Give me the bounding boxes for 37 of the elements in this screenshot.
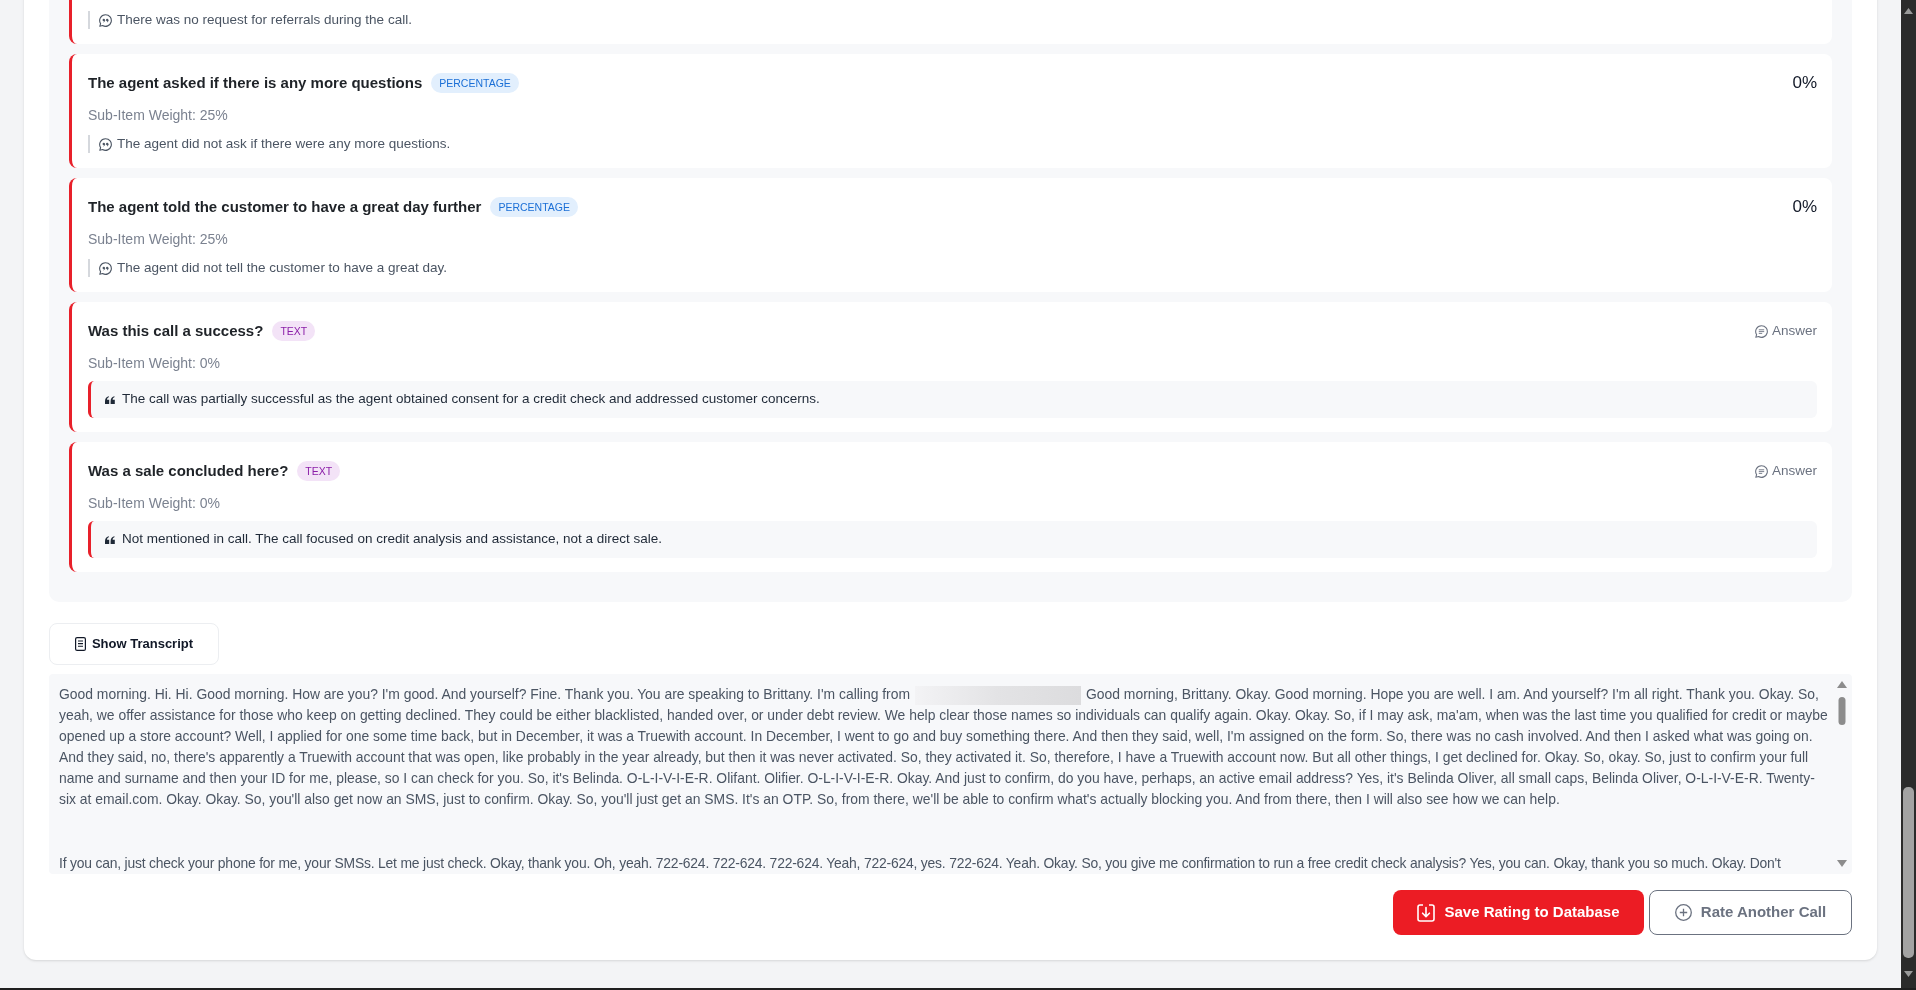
type-tag: PERCENTAGE (490, 197, 578, 217)
scrollbar[interactable] (1901, 0, 1916, 988)
weight-label: Sub-Item Weight: 0% (88, 354, 221, 372)
chat-icon (1755, 464, 1768, 478)
comment-text: The agent did not tell the customer to have a great day. (117, 258, 447, 277)
chat-icon (1755, 324, 1768, 338)
answer-text: Not mentioned in call. The call focused on credit analysis and assistance, not a direct sale. (122, 530, 663, 549)
type-tag: TEXT (272, 321, 316, 341)
quote-icon (105, 395, 115, 404)
answer-label: Answer (1772, 461, 1817, 480)
score-value: 0% (1792, 196, 1817, 219)
comment-icon (99, 137, 112, 151)
score-value: 0% (1792, 72, 1817, 95)
quote-icon (105, 535, 115, 544)
comment-text: The agent did not ask if there were any more questions. (117, 134, 451, 153)
show-transcript-button[interactable]: Show Transcript (49, 623, 219, 665)
item-title: Was a sale concluded here? (88, 460, 289, 481)
item-title: The agent asked if there is any more questions (88, 72, 423, 93)
item-title: The agent told the customer to have a great day further (88, 196, 482, 217)
document-icon (74, 637, 86, 651)
type-tag: PERCENTAGE (431, 73, 519, 93)
weight-label: Sub-Item Weight: 25% (88, 230, 228, 248)
answer-text: The call was partially successful as the agent obtained consent for a credit check and addressed customer concerns. (122, 390, 820, 409)
answer-label: Answer (1772, 321, 1817, 340)
transcript-text: If you can, just check your phone for me, your SMSs. Let me just check. Okay, thank you. Oh, yeah. 722-624. 722-624. 722-624. Yeah, 722-624, yes. 722-624. Yeah. Okay. So, you give me confirmation to run a free credit check analysis? Yes, you can. Okay, thank you so much. Okay. Don't (59, 854, 1782, 873)
plus-circle-icon (1674, 904, 1692, 921)
rate-another-call-button[interactable]: Rate Another Call (1649, 890, 1852, 935)
comment-icon (99, 13, 112, 27)
type-tag: TEXT (297, 461, 341, 481)
download-icon (1417, 903, 1436, 922)
item-title: Was this call a success? (88, 320, 264, 341)
weight-label: Sub-Item Weight: 0% (88, 494, 221, 512)
comment-icon (99, 261, 112, 275)
comment-text: There was no request for referrals during the call. (117, 10, 412, 29)
weight-label: Sub-Item Weight: 25% (88, 106, 228, 124)
save-rating-button[interactable]: Save Rating to Database (1393, 890, 1644, 935)
transcript-text: Good morning. Hi. Hi. Good morning. How are you? I'm good. And yourself? Fine. Thank you. You are speaking to Brittany. I'm calling from Good morning, Brittany. Okay. Good morning. Hope you are well. I am. And yourself? I'm all right. Thank you. Okay. So, yeah, we offer assistance for those who keep on getting declined. They could be either blacklisted, handed over, or under debt review. We help clear those names so individuals can qualify again. Okay. Okay. So, if I may ask, ma'am, when was the last time you qualified for credit or maybe opened up a store account? Well, I applied for one some time back, but in December, it was a Truewith account. In December, I went to go and buy something there. And then they said, well, I'm assigned on the form. So, there was no cash involved. And then I asked what was going on. And they said, no, there's apparently a Truewith account that was open, like probably in the year already, but then it was never activated. So, they activated it. So, therefore, I have a Truewith account now. But all other things, I get declined for. Okay. So, okay. So, just to confirm your full name and surname and then your ID for me, please, so I can check for you. So, it's Belinda. O-L-I-V-I-E-R. Olifant. Olifier. O-L-I-V-I-E-R. Okay. And just to confirm, do you have, perhaps, an active email address? Yes, it's Belinda Oliver, all small caps, Belinda Oliver, O-L-I-V-E-R. Twenty-six at email.com. Okay. Okay. So, you'll also get now an SMS, just to confirm. Okay. So, you'll just get an SMS. It's an OTP. So, from there, we'll be able to confirm what's actually blocking you. And from there, then I will also see how we can help. (59, 684, 1829, 809)
